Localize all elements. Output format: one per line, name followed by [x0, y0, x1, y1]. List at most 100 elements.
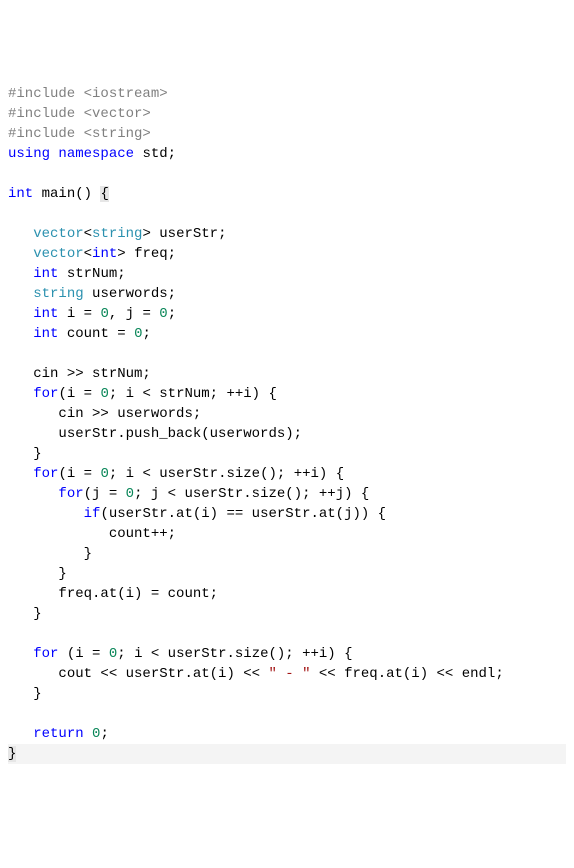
code-line: }: [8, 444, 566, 464]
code-token: 0: [100, 386, 108, 402]
code-line: }: [8, 544, 566, 564]
code-token: count++;: [109, 526, 176, 542]
code-token: userStr.push_back(userwords);: [58, 426, 302, 442]
code-token: (userStr.at(i) == userStr.at(j)) {: [100, 506, 386, 522]
code-token: #include <string>: [8, 126, 151, 142]
code-token: ; i < userStr.size(); ++i) {: [117, 646, 352, 662]
code-line: cout << userStr.at(i) << " - " << freq.a…: [8, 664, 566, 684]
code-token: return: [33, 726, 83, 742]
code-token: <: [84, 226, 92, 242]
code-token: > userStr;: [142, 226, 226, 242]
code-line: int main() {: [8, 184, 566, 204]
code-token: for: [33, 386, 58, 402]
code-token: 0: [126, 486, 134, 502]
code-token: ; i < userStr.size(); ++i) {: [109, 466, 344, 482]
code-token: " - ": [268, 666, 310, 682]
code-token: {: [100, 186, 108, 202]
code-token: int: [33, 326, 58, 342]
code-token: (i =: [58, 646, 108, 662]
code-token: (i =: [58, 466, 100, 482]
code-line: [8, 204, 566, 224]
code-line: for (i = 0; i < userStr.size(); ++i) {: [8, 644, 566, 664]
code-token: strNum;: [58, 266, 125, 282]
code-line: for(j = 0; j < userStr.size(); ++j) {: [8, 484, 566, 504]
code-token: }: [33, 446, 41, 462]
code-block: #include <iostream> #include <vector> #inc…: [8, 84, 566, 764]
code-token: > freq;: [117, 246, 176, 262]
code-line: cin >> strNum;: [8, 364, 566, 384]
code-line: int i = 0, j = 0;: [8, 304, 566, 324]
code-token: (i =: [58, 386, 100, 402]
code-token: (j =: [84, 486, 126, 502]
code-token: cout << userStr.at(i) <<: [58, 666, 268, 682]
code-token: using: [8, 146, 50, 162]
code-token: ;: [168, 306, 176, 322]
code-line: count++;: [8, 524, 566, 544]
code-line: }: [8, 604, 566, 624]
code-line: freq.at(i) = count;: [8, 584, 566, 604]
code-token: #include <iostream>: [8, 86, 168, 102]
code-line: vector<string> userStr;: [8, 224, 566, 244]
code-token: }: [8, 746, 16, 762]
code-token: << freq.at(i) << endl;: [310, 666, 503, 682]
code-token: 0: [159, 306, 167, 322]
code-token: }: [33, 686, 41, 702]
code-token: , j =: [109, 306, 159, 322]
code-token: for: [33, 466, 58, 482]
code-line: string userwords;: [8, 284, 566, 304]
code-token: 0: [100, 466, 108, 482]
code-line: [8, 704, 566, 724]
code-token: ;: [100, 726, 108, 742]
code-token: ; j < userStr.size(); ++j) {: [134, 486, 369, 502]
code-line: #include <string>: [8, 124, 566, 144]
code-line: for(i = 0; i < userStr.size(); ++i) {: [8, 464, 566, 484]
code-token: string: [33, 286, 83, 302]
code-token: cin >> strNum;: [33, 366, 151, 382]
code-line: }: [8, 564, 566, 584]
code-token: namespace: [58, 146, 134, 162]
code-token: int: [33, 306, 58, 322]
code-line: using namespace std;: [8, 144, 566, 164]
code-line: }: [8, 744, 566, 764]
code-token: int: [8, 186, 33, 202]
code-token: }: [58, 566, 66, 582]
code-token: freq.at(i) = count;: [58, 586, 218, 602]
code-token: vector: [33, 226, 83, 242]
code-token: ; i < strNum; ++i) {: [109, 386, 277, 402]
code-line: vector<int> freq;: [8, 244, 566, 264]
code-token: string: [92, 226, 142, 242]
code-token: 0: [109, 646, 117, 662]
code-line: [8, 344, 566, 364]
code-token: vector: [33, 246, 83, 262]
code-token: std;: [134, 146, 176, 162]
code-line: int count = 0;: [8, 324, 566, 344]
code-line: int strNum;: [8, 264, 566, 284]
code-token: [84, 726, 92, 742]
code-token: cin >> userwords;: [58, 406, 201, 422]
code-line: }: [8, 684, 566, 704]
code-token: <: [84, 246, 92, 262]
code-token: 0: [92, 726, 100, 742]
code-token: main(): [33, 186, 100, 202]
code-line: userStr.push_back(userwords);: [8, 424, 566, 444]
code-token: count =: [58, 326, 134, 342]
code-token: }: [84, 546, 92, 562]
code-token: if: [84, 506, 101, 522]
code-token: for: [33, 646, 58, 662]
code-token: i =: [58, 306, 100, 322]
code-token: int: [92, 246, 117, 262]
code-token: for: [58, 486, 83, 502]
code-token: ;: [142, 326, 150, 342]
code-token: #include <vector>: [8, 106, 151, 122]
code-line: [8, 164, 566, 184]
code-line: #include <iostream>: [8, 84, 566, 104]
code-line: return 0;: [8, 724, 566, 744]
code-line: for(i = 0; i < strNum; ++i) {: [8, 384, 566, 404]
code-token: }: [33, 606, 41, 622]
code-line: [8, 624, 566, 644]
code-line: cin >> userwords;: [8, 404, 566, 424]
code-token: 0: [100, 306, 108, 322]
code-token: int: [33, 266, 58, 282]
code-token: userwords;: [84, 286, 176, 302]
code-line: if(userStr.at(i) == userStr.at(j)) {: [8, 504, 566, 524]
